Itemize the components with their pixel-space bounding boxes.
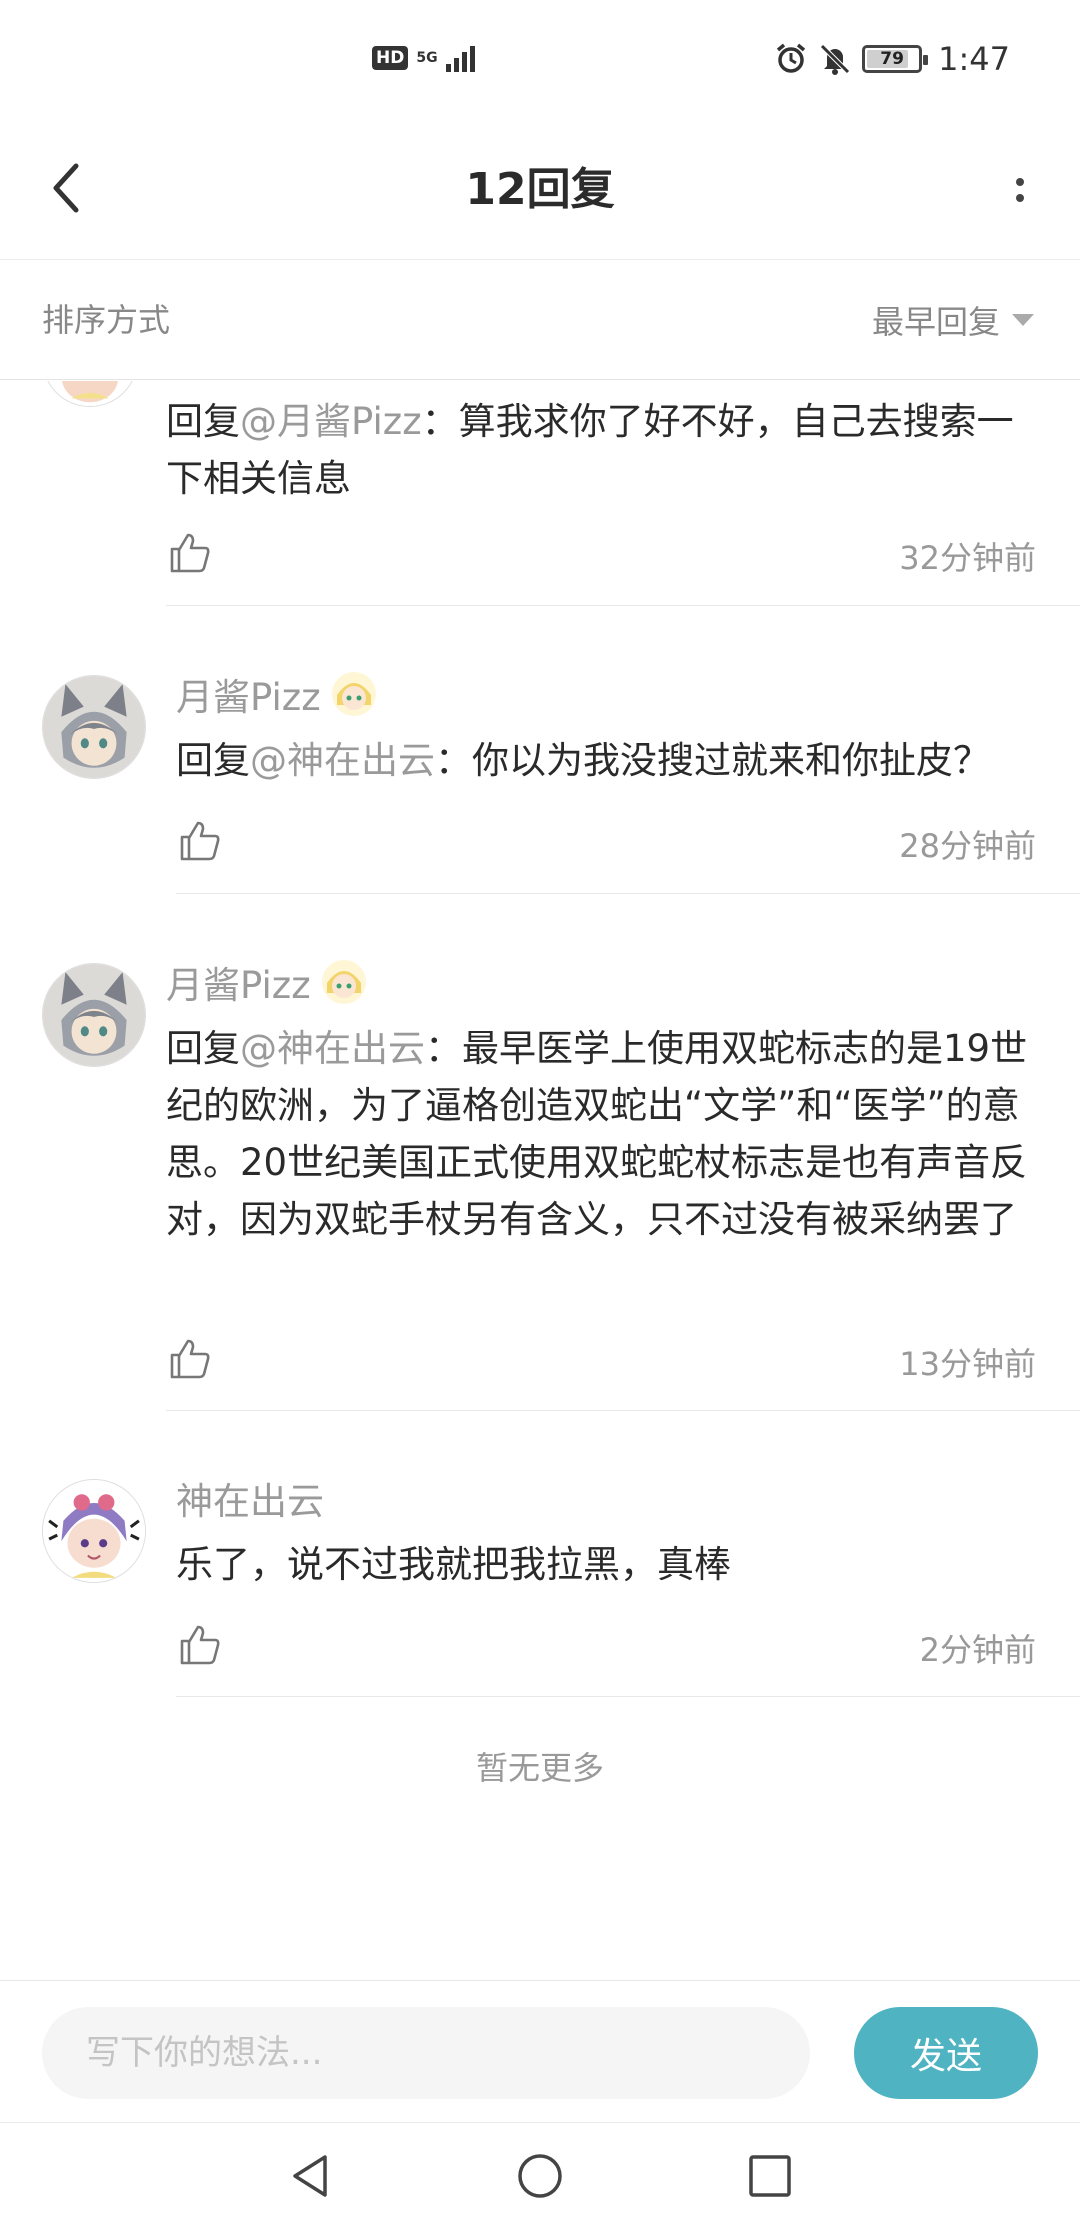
reply-list[interactable]: 回复@月酱Pizz：算我求你了好不好，自己去搜索一下相关信息 32分钟前 月酱P… [0,381,1080,1981]
signal-icon [445,46,475,72]
divider [166,1410,1080,1411]
reply-text: ：你以为我没搜过就来和你扯皮？ [435,739,990,782]
top-app-bar: 12回复 [0,120,1080,260]
username[interactable]: 神在出云 [176,1471,324,1525]
reply-content: 回复@神在出云：你以为我没搜过就来和你扯皮？ [176,732,1046,789]
more-dot-icon [1016,194,1024,202]
username-text: 神在出云 [176,1480,324,1523]
square-recents-icon [749,2155,791,2197]
reply-text: 乐了，说不过我就把我拉黑，真棒 [176,1543,731,1586]
reply-time: 28分钟前 [899,827,1036,865]
sort-label: 排序方式 [42,301,171,339]
triangle-back-icon [293,2155,327,2197]
username-text: 月酱Pizz [176,676,321,719]
avatar[interactable] [42,963,146,1067]
battery-level: 79 [880,49,904,69]
page-title: 12回复 [465,164,615,215]
network-type: 5G [416,50,438,66]
sort-dropdown[interactable]: 最早回复 [872,260,1034,380]
network-indicators: HD 5G [372,44,482,72]
mute-icon [820,44,850,75]
more-options-button[interactable] [1000,160,1040,220]
thumbs-up-icon [170,533,210,573]
caret-down-icon [1012,314,1034,326]
thumbs-up-icon [180,821,220,861]
hd-badge: HD [372,46,409,70]
avatar-girl-purple-icon [43,1480,145,1582]
reply-time: 2分钟前 [919,1631,1036,1669]
comment-input[interactable] [42,2007,810,2099]
username[interactable]: 月酱Pizz [176,667,377,721]
reply-time: 32分钟前 [899,539,1036,577]
user-badge-icon [331,671,377,717]
clock: 1:47 [938,40,1010,78]
like-button[interactable] [176,817,224,865]
comment-input-bar: 发送 [0,1980,1080,2122]
reply-content: 回复@月酱Pizz：算我求你了好不好，自己去搜索一下相关信息 [166,393,1036,507]
battery-icon: 79 [862,45,929,73]
mention-link[interactable]: @神在出云 [250,739,435,782]
nav-recents-button[interactable] [742,2148,798,2204]
avatar[interactable] [42,675,146,779]
more-dot-icon [1016,178,1024,186]
status-right: 79 1:47 [774,40,1010,78]
reply-prefix: 回复 [166,400,240,443]
divider [166,605,1080,606]
alarm-icon [777,43,806,73]
username-text: 月酱Pizz [166,964,311,1007]
avatar[interactable] [42,381,138,407]
nav-back-button[interactable] [282,2148,338,2204]
like-button[interactable] [166,529,214,577]
reply-prefix: 回复 [176,739,250,782]
divider [176,1696,1080,1697]
no-more-label: 暂无更多 [475,1749,604,1787]
reply-time: 13分钟前 [899,1345,1036,1383]
avatar-girl-purple-icon [43,381,137,406]
avatar-wolf-boy-icon [43,964,145,1066]
user-badge-icon [321,959,367,1005]
username[interactable]: 月酱Pizz [166,955,367,1009]
system-nav-bar [0,2122,1080,2228]
avatar-wolf-boy-icon [43,676,145,778]
thumbs-up-icon [170,1339,210,1379]
nav-home-button[interactable] [512,2148,568,2204]
mention-link[interactable]: @月酱Pizz [240,400,422,443]
divider [176,893,1080,894]
mention-link[interactable]: @神在出云 [240,1027,425,1070]
like-button[interactable] [176,1621,224,1669]
circle-home-icon [518,2154,562,2198]
sort-bar: 排序方式 最早回复 [0,260,1080,380]
reply-prefix: 回复 [166,1027,240,1070]
thumbs-up-icon [180,1625,220,1665]
reply-content: 回复@神在出云：最早医学上使用双蛇标志的是19世纪的欧洲，为了逼格创造双蛇出“文… [166,1020,1038,1248]
send-button[interactable]: 发送 [854,2007,1038,2099]
like-button[interactable] [166,1335,214,1383]
sort-selected-value: 最早回复 [871,303,1000,341]
reply-content: 乐了，说不过我就把我拉黑，真棒 [176,1536,1036,1593]
avatar[interactable] [42,1479,146,1583]
status-bar: HD 5G 79 1:47 [0,0,1080,120]
